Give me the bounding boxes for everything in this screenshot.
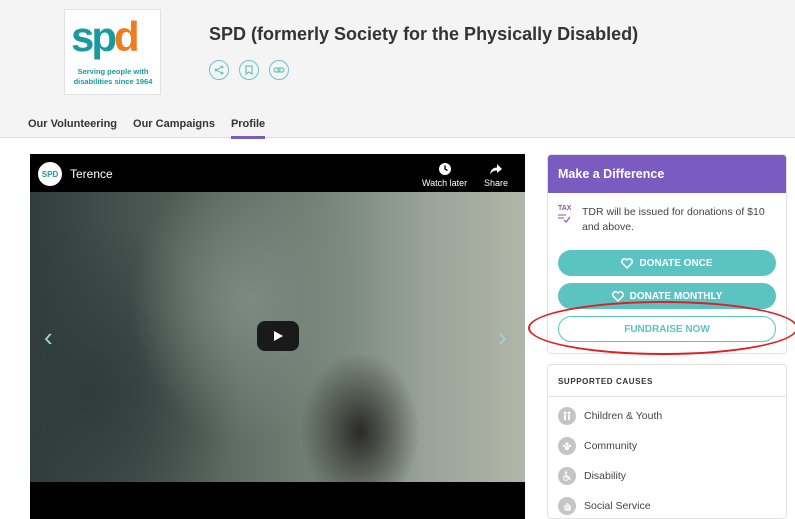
video-letterbox xyxy=(30,482,525,519)
play-icon xyxy=(274,331,283,341)
logo-wordmark: spd xyxy=(71,13,140,60)
cause-item[interactable]: Disability xyxy=(558,467,626,485)
tab-profile[interactable]: Profile xyxy=(230,118,266,139)
cause-item[interactable]: Community xyxy=(558,437,637,455)
cause-item[interactable]: Social Service xyxy=(558,497,651,515)
tab-our-volunteering[interactable]: Our Volunteering xyxy=(28,118,117,139)
chevron-right-icon[interactable]: › xyxy=(498,324,507,350)
logo-tagline: Serving people with disabilities since 1… xyxy=(73,67,153,86)
share-icon[interactable] xyxy=(209,60,229,80)
donate-monthly-label: DONATE MONTHLY xyxy=(629,290,723,302)
share-actions xyxy=(209,60,289,80)
fundraise-now-button[interactable]: FUNDRAISE NOW xyxy=(558,316,776,342)
watch-later-label: Watch later xyxy=(422,178,468,188)
heart-icon xyxy=(621,257,634,269)
org-logo: spd Serving people with disabilities sin… xyxy=(64,9,161,95)
tab-our-campaigns[interactable]: Our Campaigns xyxy=(133,118,215,139)
donate-panel: Make a Difference TAX TDR will be issued… xyxy=(547,154,787,354)
video-title[interactable]: Terence xyxy=(70,167,113,181)
link-icon[interactable] xyxy=(269,60,289,80)
play-button[interactable] xyxy=(257,321,299,351)
heart-icon xyxy=(611,290,624,302)
supported-causes-panel: SUPPORTED CAUSES Children & Youth Commun… xyxy=(547,364,787,519)
donate-panel-heading: Make a Difference xyxy=(548,155,786,193)
video-player[interactable]: SPD Terence Watch later Share ‹ › xyxy=(30,154,525,519)
watch-later-button[interactable]: Watch later xyxy=(422,162,467,188)
org-header: spd Serving people with disabilities sin… xyxy=(0,0,795,139)
tdr-text: TDR will be issued for donations of $10 … xyxy=(582,206,765,233)
channel-avatar[interactable]: SPD xyxy=(38,162,62,186)
channel-avatar-text: SPD xyxy=(41,169,59,179)
fundraise-now-label: FUNDRAISE NOW xyxy=(624,323,710,335)
cause-item[interactable]: Children & Youth xyxy=(558,407,662,425)
cause-label: Social Service xyxy=(584,500,651,512)
donate-monthly-button[interactable]: DONATE MONTHLY xyxy=(558,283,776,309)
share-video-button[interactable]: Share xyxy=(484,162,508,188)
clock-icon xyxy=(438,163,451,175)
page-title: SPD (formerly Society for the Physically… xyxy=(209,24,639,44)
children-icon xyxy=(558,407,576,425)
hand-icon xyxy=(558,497,576,515)
supported-causes-heading: SUPPORTED CAUSES xyxy=(548,365,786,397)
community-icon xyxy=(558,437,576,455)
donate-once-button[interactable]: DONATE ONCE xyxy=(558,250,776,276)
share-arrow-icon xyxy=(490,164,503,175)
cause-label: Disability xyxy=(584,470,627,482)
share-label: Share xyxy=(484,178,509,188)
profile-tabs: Our Volunteering Our Campaigns Profile xyxy=(28,118,281,139)
chevron-left-icon[interactable]: ‹ xyxy=(44,324,53,350)
wheelchair-icon xyxy=(558,467,576,485)
tax-icon: TAX xyxy=(558,205,572,226)
tax-badge: TAX xyxy=(558,205,572,212)
bookmark-icon[interactable] xyxy=(239,60,259,80)
cause-label: Children & Youth xyxy=(584,410,663,422)
cause-label: Community xyxy=(584,440,638,452)
donate-once-label: DONATE ONCE xyxy=(639,257,713,269)
